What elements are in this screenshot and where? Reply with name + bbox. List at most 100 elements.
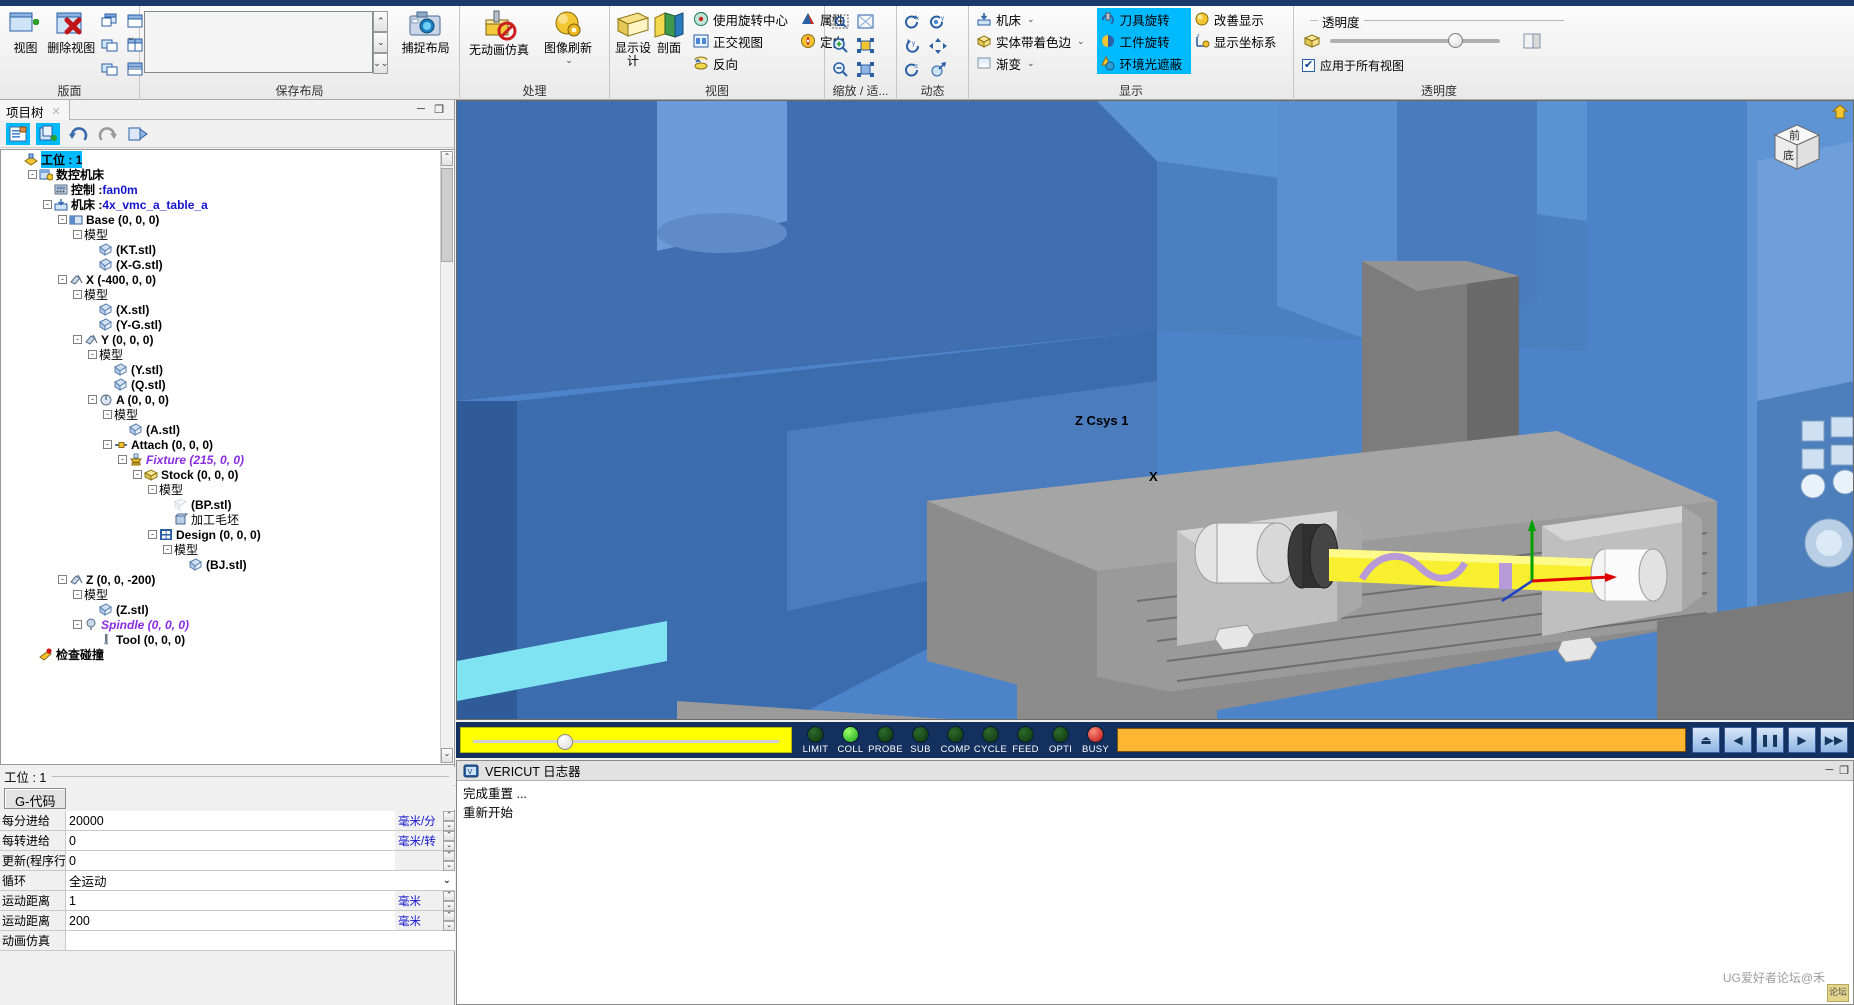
- layout-scroll-up[interactable]: ⌃: [373, 11, 389, 32]
- undo-icon[interactable]: [66, 123, 90, 145]
- cascade-windows-icon[interactable]: [98, 9, 122, 32]
- stepper-up[interactable]: ⌃: [443, 831, 455, 841]
- form-row-input[interactable]: 0: [65, 831, 395, 850]
- rotate-xy-icon[interactable]: y: [926, 10, 950, 33]
- fit-all-icon[interactable]: [854, 10, 878, 33]
- tree-expander-icon[interactable]: -: [73, 230, 82, 239]
- form-row-input[interactable]: 1: [65, 891, 395, 910]
- tree-expander-icon[interactable]: -: [43, 200, 52, 209]
- tile-windows-icon[interactable]: [98, 57, 122, 80]
- tree-node[interactable]: Tool (0, 0, 0): [3, 632, 454, 647]
- capture-layout-button[interactable]: 捕捉布局: [396, 8, 455, 55]
- ambient-occlusion-toggle[interactable]: 环境光遮蔽: [1096, 52, 1191, 74]
- add-component-icon[interactable]: [36, 122, 60, 145]
- tree-node[interactable]: (Y-G.stl): [3, 317, 454, 332]
- stepper-up[interactable]: ⌃: [443, 811, 455, 821]
- zoom-window-icon[interactable]: [829, 10, 853, 33]
- tree-node[interactable]: (A.stl): [3, 422, 454, 437]
- tab-gcode[interactable]: G-代码: [4, 788, 67, 809]
- tree-expander-icon[interactable]: -: [58, 275, 67, 284]
- play-button[interactable]: ▶: [1788, 727, 1816, 753]
- tree-expander-icon[interactable]: -: [88, 395, 97, 404]
- form-row-input[interactable]: 0: [65, 851, 395, 870]
- orthographic-view-button[interactable]: 正交视图: [690, 30, 791, 52]
- tree-node[interactable]: - X (-400, 0, 0): [3, 272, 454, 287]
- tree-node[interactable]: (Q.stl): [3, 377, 454, 392]
- form-row-stepper[interactable]: ⌃ ⌄: [443, 811, 455, 831]
- tree-node[interactable]: (X.stl): [3, 302, 454, 317]
- layout-more-caret[interactable]: ⌄: [127, 32, 135, 43]
- fit-stock-icon[interactable]: [854, 58, 878, 81]
- stepper-down[interactable]: ⌄: [443, 921, 455, 931]
- add-view-button[interactable]: 视图: [4, 8, 47, 55]
- redo-icon[interactable]: [96, 123, 120, 145]
- tree-node[interactable]: - 模型: [3, 482, 454, 497]
- log-minimize-button[interactable]: ─: [1825, 764, 1833, 777]
- tree-node[interactable]: (Z.stl): [3, 602, 454, 617]
- fast-forward-button[interactable]: ▶▶: [1820, 727, 1848, 753]
- tree-node[interactable]: - Design (0, 0, 0): [3, 527, 454, 542]
- tree-node[interactable]: - 机床 : 4x_vmc_a_table_a: [3, 197, 454, 212]
- tree-node[interactable]: - 模型: [3, 587, 454, 602]
- form-row-select[interactable]: 全运动 ⌄: [65, 871, 455, 890]
- tree-expander-icon[interactable]: -: [103, 440, 112, 449]
- close-icon[interactable]: ✕: [52, 105, 61, 118]
- show-csys-button[interactable]: z 显示坐标系: [1191, 30, 1289, 52]
- pause-button[interactable]: ❚❚: [1756, 727, 1784, 753]
- machine-simulation-viewport[interactable]: Z Csys 1 X 前 底: [456, 100, 1854, 720]
- chevron-down-icon[interactable]: ⌄: [1077, 36, 1085, 47]
- improve-display-button[interactable]: 改善显示: [1191, 8, 1289, 30]
- simulation-speed-knob[interactable]: [557, 734, 573, 750]
- log-maximize-button[interactable]: ❐: [1839, 764, 1849, 777]
- tree-node[interactable]: - Z (0, 0, -200): [3, 572, 454, 587]
- tree-node[interactable]: - A (0, 0, 0): [3, 392, 454, 407]
- transparency-panel-icon[interactable]: [1522, 32, 1542, 50]
- tree-node[interactable]: - Attach (0, 0, 0): [3, 437, 454, 452]
- dynamic-rotate-icon[interactable]: [926, 58, 950, 81]
- refresh-image-button[interactable]: 图像刷新 ⌄: [534, 8, 602, 66]
- section-button[interactable]: 剖面: [652, 8, 686, 55]
- tool-rotate-toggle[interactable]: 刀具旋转: [1096, 8, 1191, 30]
- form-row-stepper[interactable]: ⌃ ⌄: [443, 891, 455, 911]
- arrange-windows-icon[interactable]: [98, 33, 122, 56]
- stepper-up[interactable]: ⌃: [443, 891, 455, 901]
- tree-expander-icon[interactable]: -: [88, 350, 97, 359]
- tree-expander-icon[interactable]: -: [103, 410, 112, 419]
- tab-project-tree[interactable]: 项目树 ✕: [0, 100, 70, 120]
- tree-scroll-thumb[interactable]: [441, 168, 453, 262]
- tree-expander-icon[interactable]: -: [148, 485, 157, 494]
- tree-node[interactable]: 加工毛坯: [3, 512, 454, 527]
- maximize-panel-button[interactable]: ❐: [432, 103, 446, 116]
- apply-all-views-checkbox[interactable]: [1302, 58, 1315, 72]
- view-orientation-cube[interactable]: 前 底: [1769, 119, 1825, 175]
- fit-selected-icon[interactable]: [854, 34, 878, 57]
- tree-expander-icon[interactable]: -: [73, 620, 82, 629]
- tree-node[interactable]: - Y (0, 0, 0): [3, 332, 454, 347]
- reverse-button[interactable]: 反向: [690, 52, 791, 74]
- workpiece-rotate-toggle[interactable]: 工件旋转: [1096, 30, 1191, 52]
- tree-node[interactable]: (X-G.stl): [3, 257, 454, 272]
- tree-node[interactable]: - 模型: [3, 542, 454, 557]
- stepper-down[interactable]: ⌄: [443, 841, 455, 851]
- stepper-up[interactable]: ⌃: [443, 851, 455, 861]
- tree-expander-icon[interactable]: -: [28, 170, 37, 179]
- tree-scroll-down[interactable]: ⌄: [441, 748, 453, 763]
- minimize-panel-button[interactable]: ─: [414, 103, 428, 116]
- rotate-x-icon[interactable]: x: [901, 10, 925, 33]
- pan-icon[interactable]: [926, 34, 950, 57]
- tree-expander-icon[interactable]: -: [163, 545, 172, 554]
- machine-dropdown[interactable]: 机床 ⌄: [973, 8, 1097, 30]
- tree-scrollbar[interactable]: ⌃ ⌄: [440, 151, 453, 763]
- home-view-icon[interactable]: [1831, 103, 1849, 121]
- tree-node[interactable]: - 模型: [3, 227, 454, 242]
- tree-node[interactable]: (BP.stl): [3, 497, 454, 512]
- form-row-input[interactable]: 200: [65, 911, 395, 930]
- tree-node[interactable]: - 模型: [3, 347, 454, 362]
- tree-node[interactable]: 工位 : 1: [3, 151, 454, 168]
- transparency-slider[interactable]: [1330, 33, 1500, 48]
- stepper-down[interactable]: ⌄: [443, 861, 455, 871]
- no-animation-simulate-button[interactable]: 无动画仿真: [464, 8, 534, 57]
- tree-scroll-up[interactable]: ⌃: [441, 151, 453, 166]
- export-icon[interactable]: [126, 123, 150, 145]
- stepper-down[interactable]: ⌄: [443, 821, 455, 831]
